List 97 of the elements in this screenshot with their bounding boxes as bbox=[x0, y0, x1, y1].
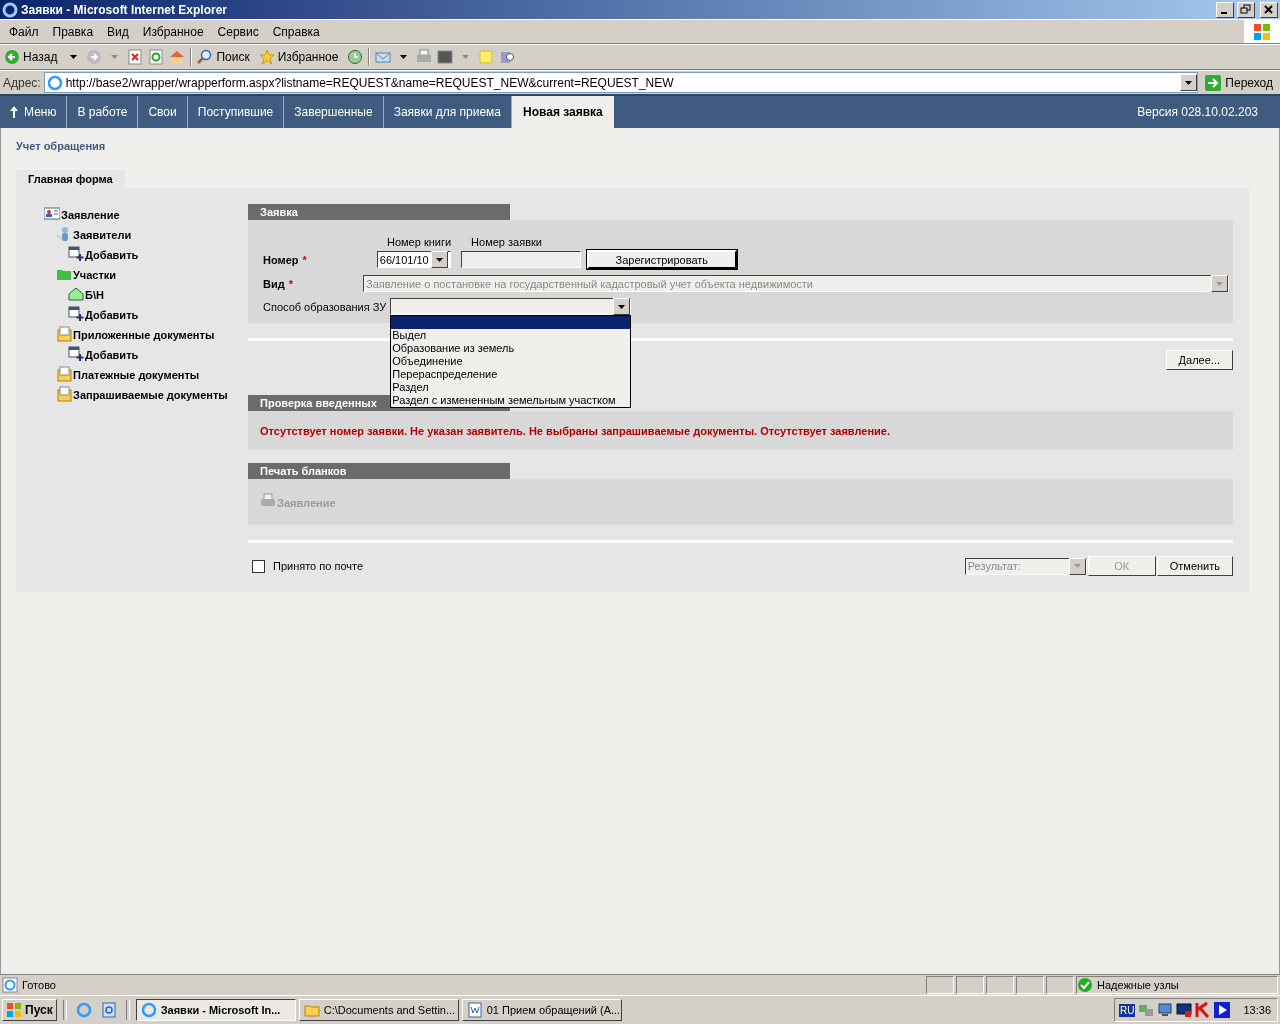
history-icon[interactable] bbox=[347, 49, 364, 65]
section-header: Заявка bbox=[248, 204, 510, 220]
next-button[interactable]: Далее... bbox=[1165, 350, 1233, 370]
dropdown-option[interactable]: Раздел bbox=[391, 381, 631, 394]
taskbar-button[interactable]: C:\Documents and Settin... bbox=[298, 999, 459, 1021]
minimize-icon[interactable] bbox=[1216, 1, 1234, 18]
folder-icon bbox=[303, 1002, 320, 1018]
security-zone: Надежные узлы bbox=[1076, 976, 1278, 994]
document-icon[interactable] bbox=[100, 1002, 117, 1018]
tree-item[interactable]: Платежные документы bbox=[56, 364, 244, 384]
start-button[interactable]: Пуск bbox=[2, 999, 57, 1021]
star-icon bbox=[258, 49, 275, 65]
cancel-button[interactable]: Отменить bbox=[1156, 556, 1233, 576]
close-icon[interactable] bbox=[1260, 1, 1278, 18]
windows-logo-icon bbox=[6, 1002, 22, 1018]
field-label: Способ образования ЗУ bbox=[263, 300, 387, 313]
monitor-icon[interactable] bbox=[1176, 1002, 1193, 1018]
dropdown-button[interactable] bbox=[1180, 74, 1198, 91]
tree-item[interactable]: Запрашиваемые документы bbox=[56, 384, 244, 404]
section-header: Печать бланков bbox=[248, 463, 510, 479]
field-label: Номер bbox=[263, 253, 299, 266]
refresh-icon[interactable] bbox=[148, 49, 165, 65]
dropdown-option[interactable]: Выдел bbox=[391, 329, 631, 342]
computer-icon[interactable] bbox=[1157, 1002, 1174, 1018]
check-icon bbox=[1077, 977, 1093, 993]
add-table-icon bbox=[68, 346, 84, 362]
page-icon bbox=[2, 977, 18, 993]
tree-item[interactable]: Заявители bbox=[56, 224, 244, 244]
taskbar-button[interactable]: 01 Прием обращений (А... bbox=[461, 999, 622, 1021]
dropdown-option[interactable]: Образование из земель bbox=[391, 342, 631, 355]
caret-icon bbox=[430, 251, 448, 268]
add-table-icon bbox=[68, 246, 84, 262]
caret-icon[interactable] bbox=[400, 55, 408, 59]
address-field[interactable]: http://base2/wrapper/wrapperform.aspx?listname=REQUEST&name=REQUEST_NEW&current=REQUEST_NEW bbox=[43, 72, 1199, 93]
required-mark: * bbox=[302, 253, 307, 266]
search-icon bbox=[197, 49, 214, 65]
tree-item[interactable]: Участки bbox=[56, 264, 244, 284]
tree-item[interactable]: Добавить bbox=[68, 344, 244, 364]
mail-checkbox[interactable] bbox=[252, 559, 265, 573]
documents-icon bbox=[56, 366, 72, 382]
tree-item[interactable]: Заявление bbox=[44, 204, 244, 224]
number-field[interactable] bbox=[460, 251, 581, 268]
taskbar-button[interactable]: Заявки - Microsoft In... bbox=[135, 999, 296, 1021]
tree-item[interactable]: Добавить bbox=[68, 244, 244, 264]
card-icon bbox=[44, 206, 60, 222]
address-label: Адрес: bbox=[3, 75, 41, 90]
page-title: Учет обращения bbox=[16, 140, 107, 152]
caret-icon bbox=[1185, 80, 1193, 85]
favorites-button[interactable]: Избранное bbox=[258, 49, 343, 65]
checkbox-label: Принято по почте bbox=[273, 560, 363, 572]
play-icon[interactable] bbox=[1214, 1002, 1231, 1018]
printer-icon bbox=[260, 493, 276, 509]
add-table-icon bbox=[68, 306, 84, 322]
menu-item[interactable]: Справка bbox=[265, 24, 327, 39]
menu-item[interactable]: Вид bbox=[100, 24, 136, 39]
caret-icon[interactable] bbox=[70, 55, 78, 59]
documents-icon bbox=[56, 386, 72, 402]
method-select[interactable] bbox=[390, 298, 632, 315]
dropdown-option[interactable]: Перераспределение bbox=[391, 368, 631, 381]
field-label: Номер книги bbox=[387, 236, 452, 248]
error-message: Отсутствует номер заявки. Не указан заявитель. Не выбраны запрашиваемые документы. Отсутствует заявление. bbox=[260, 425, 890, 437]
documents-icon bbox=[56, 326, 72, 342]
status-text: Готово bbox=[22, 979, 56, 991]
tree-item[interactable]: Добавить bbox=[68, 304, 244, 324]
tree-item[interactable]: Б\Н bbox=[68, 284, 244, 304]
tree-item[interactable]: Приложенные документы bbox=[56, 324, 244, 344]
language-indicator[interactable]: RU bbox=[1119, 1003, 1136, 1017]
page-icon bbox=[46, 74, 63, 91]
document-icon bbox=[466, 1002, 483, 1018]
required-mark: * bbox=[288, 277, 293, 290]
go-button[interactable]: Переход bbox=[1201, 74, 1277, 91]
book-select[interactable]: 66/101/10 bbox=[376, 251, 451, 268]
dropdown-option[interactable]: Объединение bbox=[391, 355, 631, 368]
nav-tab[interactable]: Новая заявка bbox=[512, 96, 614, 128]
restore-icon[interactable] bbox=[1237, 1, 1255, 18]
version-text: Версия 028.10.02.203 bbox=[1137, 105, 1259, 119]
window-icon[interactable] bbox=[437, 49, 454, 65]
menu-item[interactable]: Файл bbox=[2, 24, 46, 39]
up-arrow-icon bbox=[10, 106, 18, 118]
browser-icon bbox=[140, 1002, 157, 1018]
house-icon bbox=[68, 286, 84, 302]
back-icon bbox=[4, 49, 20, 65]
form-tab[interactable]: Главная форма bbox=[16, 170, 125, 188]
arrow-icon bbox=[1205, 74, 1222, 91]
back-button[interactable]: Назад bbox=[4, 49, 62, 65]
stop-icon[interactable] bbox=[127, 49, 144, 65]
menu-item[interactable]: Избранное bbox=[135, 24, 211, 39]
window-title: Заявки - Microsoft Internet Explorer bbox=[21, 2, 227, 17]
caret-icon bbox=[1068, 557, 1086, 575]
register-button[interactable]: Зарегистрировать bbox=[586, 250, 737, 269]
search-button[interactable]: Поиск bbox=[197, 49, 254, 65]
menu-item[interactable]: Правка bbox=[45, 24, 101, 39]
caret-icon bbox=[1211, 275, 1228, 292]
menu-item[interactable]: Сервис bbox=[210, 24, 266, 39]
clock: 13:36 bbox=[1243, 1004, 1271, 1016]
field-label: Номер заявки bbox=[471, 236, 542, 248]
field-label: Вид bbox=[263, 277, 285, 290]
